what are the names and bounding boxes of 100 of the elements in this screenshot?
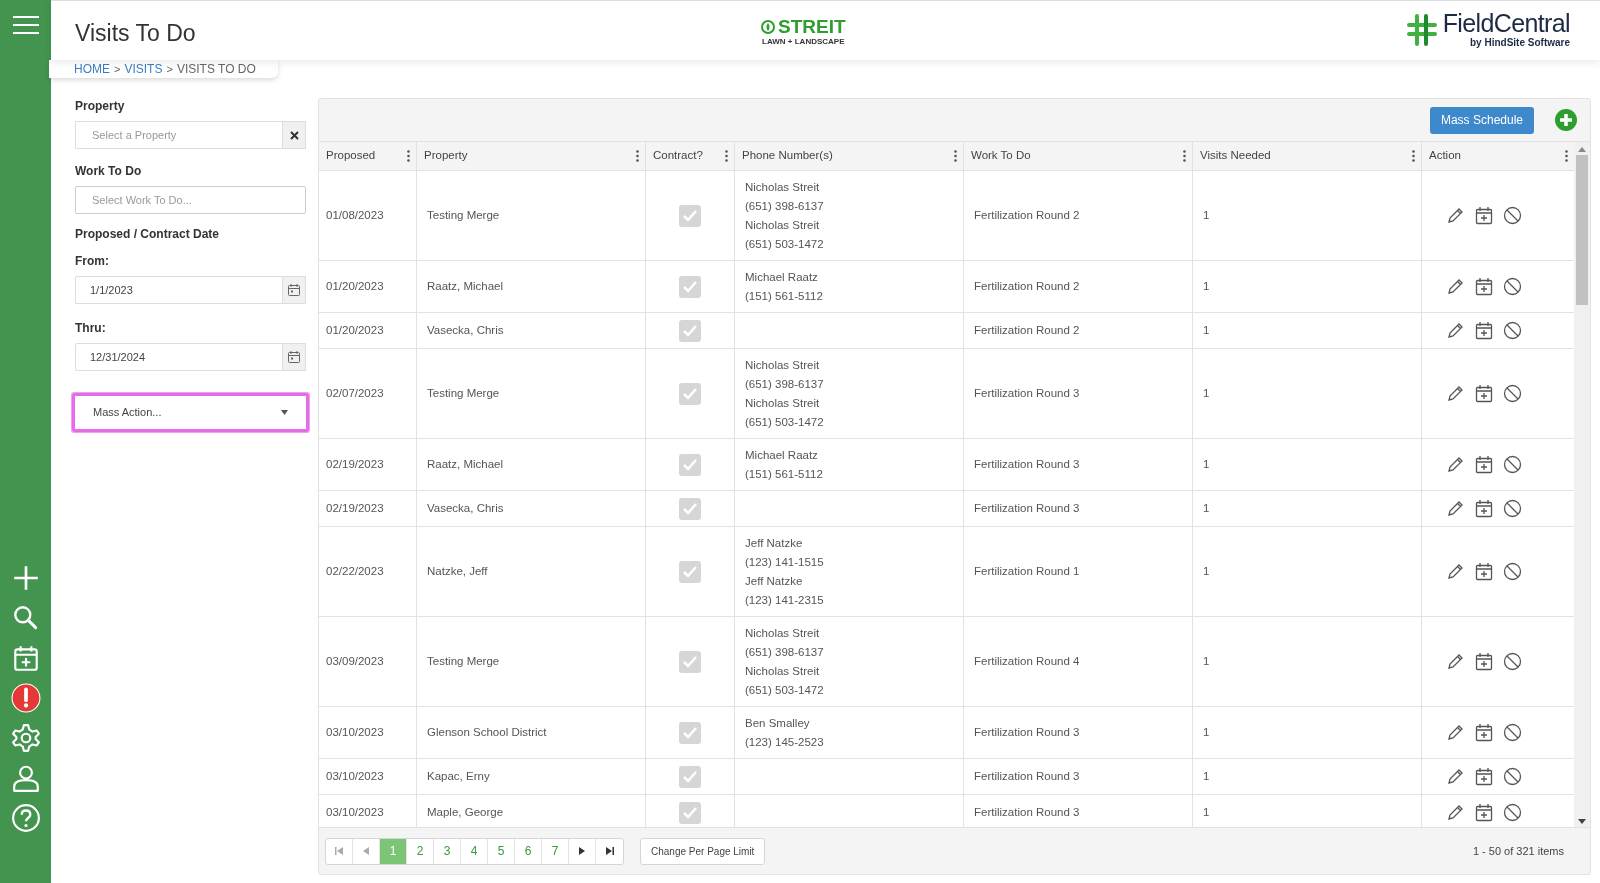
cancel-icon[interactable] (1503, 499, 1522, 518)
table-cell-text: Testing Merge (427, 653, 500, 669)
checkmark-icon (683, 806, 697, 819)
column-menu-icon[interactable] (725, 150, 728, 162)
page-title: Visits To Do (75, 19, 196, 49)
work-to-do-field[interactable]: Select Work To Do... (75, 186, 306, 214)
contract-checkbox[interactable] (679, 721, 701, 744)
scrollbar[interactable] (1574, 142, 1590, 827)
alert-icon[interactable] (10, 683, 41, 713)
page-button[interactable]: 4 (461, 838, 488, 864)
page-button[interactable]: 6 (515, 838, 542, 864)
column-menu-icon[interactable] (407, 150, 410, 162)
contract-checkbox[interactable] (679, 319, 701, 342)
settings-icon[interactable] (10, 723, 41, 753)
scroll-up-icon[interactable] (1578, 146, 1586, 152)
cancel-icon[interactable] (1503, 455, 1522, 474)
calendar-add-icon[interactable] (1475, 652, 1493, 671)
calendar-add-icon[interactable] (1475, 321, 1493, 340)
help-icon[interactable] (10, 803, 41, 833)
column-header[interactable]: Phone Number(s) (734, 142, 963, 170)
page-button[interactable]: 5 (488, 838, 515, 864)
calendar-add-icon[interactable] (1475, 499, 1493, 518)
cancel-icon[interactable] (1503, 321, 1522, 340)
column-menu-icon[interactable] (1183, 150, 1186, 162)
breadcrumb-link[interactable]: VISITS (124, 60, 163, 78)
calendar-button[interactable] (282, 343, 306, 371)
checkmark-icon (683, 280, 697, 293)
table-cell-text: Raatz, Michael (427, 278, 504, 294)
edit-icon[interactable] (1446, 321, 1465, 340)
column-header[interactable]: Work To Do (963, 142, 1192, 170)
table-cell-text: Fertilization Round 1 (974, 563, 1080, 579)
contract-checkbox[interactable] (679, 382, 701, 405)
contract-checkbox[interactable] (679, 650, 701, 673)
cancel-icon[interactable] (1503, 652, 1522, 671)
contract-checkbox[interactable] (679, 275, 701, 298)
mass-schedule-button[interactable]: Mass Schedule (1429, 106, 1534, 134)
table-cell-text: Fertilization Round 3 (974, 768, 1080, 784)
calendar-add-icon[interactable] (1475, 384, 1493, 403)
page-button[interactable]: 2 (407, 838, 434, 864)
scroll-down-icon[interactable] (1578, 819, 1586, 825)
table-cell-text: 01/20/2023 (326, 322, 384, 338)
contract-checkbox[interactable] (679, 560, 701, 583)
column-header[interactable]: Property (416, 142, 645, 170)
calendar-add-icon[interactable] (1475, 803, 1493, 822)
date-field[interactable]: 1/1/2023 (75, 276, 282, 304)
calendar-icon (287, 350, 301, 364)
column-menu-icon[interactable] (1412, 150, 1415, 162)
page-button[interactable]: 7 (542, 838, 569, 864)
calendar-add-icon[interactable] (1475, 455, 1493, 474)
calendar-add-icon[interactable] (1475, 277, 1493, 296)
calendar-button[interactable] (282, 276, 306, 304)
edit-icon[interactable] (1446, 767, 1465, 786)
calendar-add-icon[interactable] (1475, 767, 1493, 786)
edit-icon[interactable] (1446, 803, 1465, 822)
table-cell-text: 03/10/2023 (326, 804, 384, 820)
column-header[interactable]: Proposed (319, 142, 416, 170)
calendar-add-icon[interactable] (1475, 723, 1493, 742)
edit-icon[interactable] (1446, 206, 1465, 225)
edit-icon[interactable] (1446, 455, 1465, 474)
close-icon (289, 130, 299, 140)
contract-checkbox[interactable] (679, 801, 701, 824)
contract-checkbox[interactable] (679, 453, 701, 476)
column-header[interactable]: Visits Needed (1192, 142, 1421, 170)
cancel-icon[interactable] (1503, 767, 1522, 786)
cancel-icon[interactable] (1503, 562, 1522, 581)
table-cell-text: 1 (1203, 768, 1210, 784)
edit-icon[interactable] (1446, 562, 1465, 581)
edit-icon[interactable] (1446, 723, 1465, 742)
table-cell-text: Fertilization Round 4 (974, 653, 1080, 669)
column-menu-icon[interactable] (636, 150, 639, 162)
cancel-icon[interactable] (1503, 206, 1522, 225)
edit-icon[interactable] (1446, 652, 1465, 671)
mass-action-dropdown[interactable]: Mass Action... (72, 393, 309, 432)
contract-checkbox[interactable] (679, 497, 701, 520)
property-field[interactable]: Select a Property (75, 121, 282, 149)
calendar-add-icon[interactable] (1475, 562, 1493, 581)
calendar-add-icon[interactable] (1475, 206, 1493, 225)
table-cell-text: Vasecka, Chris (427, 500, 504, 516)
scroll-thumb[interactable] (1576, 155, 1588, 305)
per-page-button[interactable]: Change Per Page Limit (640, 837, 766, 865)
contract-checkbox[interactable] (679, 765, 701, 788)
page-button[interactable]: 3 (434, 838, 461, 864)
breadcrumb-link[interactable]: HOME (74, 60, 110, 78)
column-menu-icon[interactable] (1565, 150, 1568, 162)
cancel-icon[interactable] (1503, 723, 1522, 742)
cancel-icon[interactable] (1503, 803, 1522, 822)
date-field[interactable]: 12/31/2024 (75, 343, 282, 371)
cancel-icon[interactable] (1503, 277, 1522, 296)
edit-icon[interactable] (1446, 499, 1465, 518)
cancel-icon[interactable] (1503, 384, 1522, 403)
contract-checkbox[interactable] (679, 204, 701, 227)
menu-button[interactable] (12, 14, 39, 36)
column-header[interactable]: Contract? (645, 142, 734, 170)
user-icon[interactable] (10, 763, 41, 793)
checkmark-icon (683, 726, 697, 739)
edit-icon[interactable] (1446, 277, 1465, 296)
column-menu-icon[interactable] (954, 150, 957, 162)
clear-button[interactable] (282, 121, 306, 149)
add-icon[interactable] (1554, 108, 1578, 132)
edit-icon[interactable] (1446, 384, 1465, 403)
